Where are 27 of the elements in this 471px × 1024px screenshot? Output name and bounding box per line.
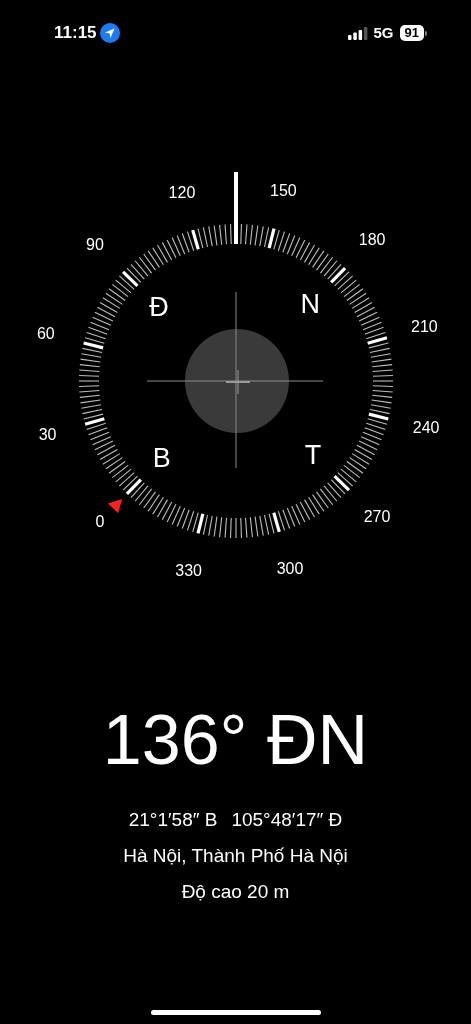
degree-label: 300	[276, 561, 304, 578]
cardinal-label: B	[152, 444, 171, 472]
degree-label: 240	[412, 420, 440, 437]
altitude-text: Độ cao 20 m	[181, 880, 290, 904]
signal-icon	[347, 26, 368, 40]
cardinal-label: N	[300, 290, 321, 318]
coordinate-text: 21°1′58″ B	[128, 808, 218, 832]
network-type: 5G	[373, 22, 394, 43]
cardinal-label: Đ	[149, 293, 169, 321]
degree-label: 60	[36, 325, 55, 342]
status-time: 11:15	[54, 22, 97, 45]
degree-label: 120	[168, 184, 196, 201]
battery-level: 91	[399, 25, 424, 41]
cardinal-label: T	[304, 441, 322, 469]
degree-label: 0	[95, 514, 105, 530]
heading-reading: 136° ĐN	[102, 700, 369, 780]
degree-label: 210	[411, 318, 438, 335]
degree-label: 90	[86, 236, 104, 253]
degree-label: 330	[175, 563, 202, 580]
place-name: Hà Nội, Thành Phố Hà Nội	[123, 844, 348, 868]
degree-label: 30	[38, 427, 57, 443]
degree-label: 150	[270, 182, 297, 199]
coordinate-text: 105°48′17″ Đ	[231, 808, 343, 832]
heading-needle	[234, 172, 238, 244]
degree-label: 180	[358, 232, 386, 248]
north-marker-icon	[108, 498, 123, 514]
degree-label: 270	[363, 509, 391, 526]
